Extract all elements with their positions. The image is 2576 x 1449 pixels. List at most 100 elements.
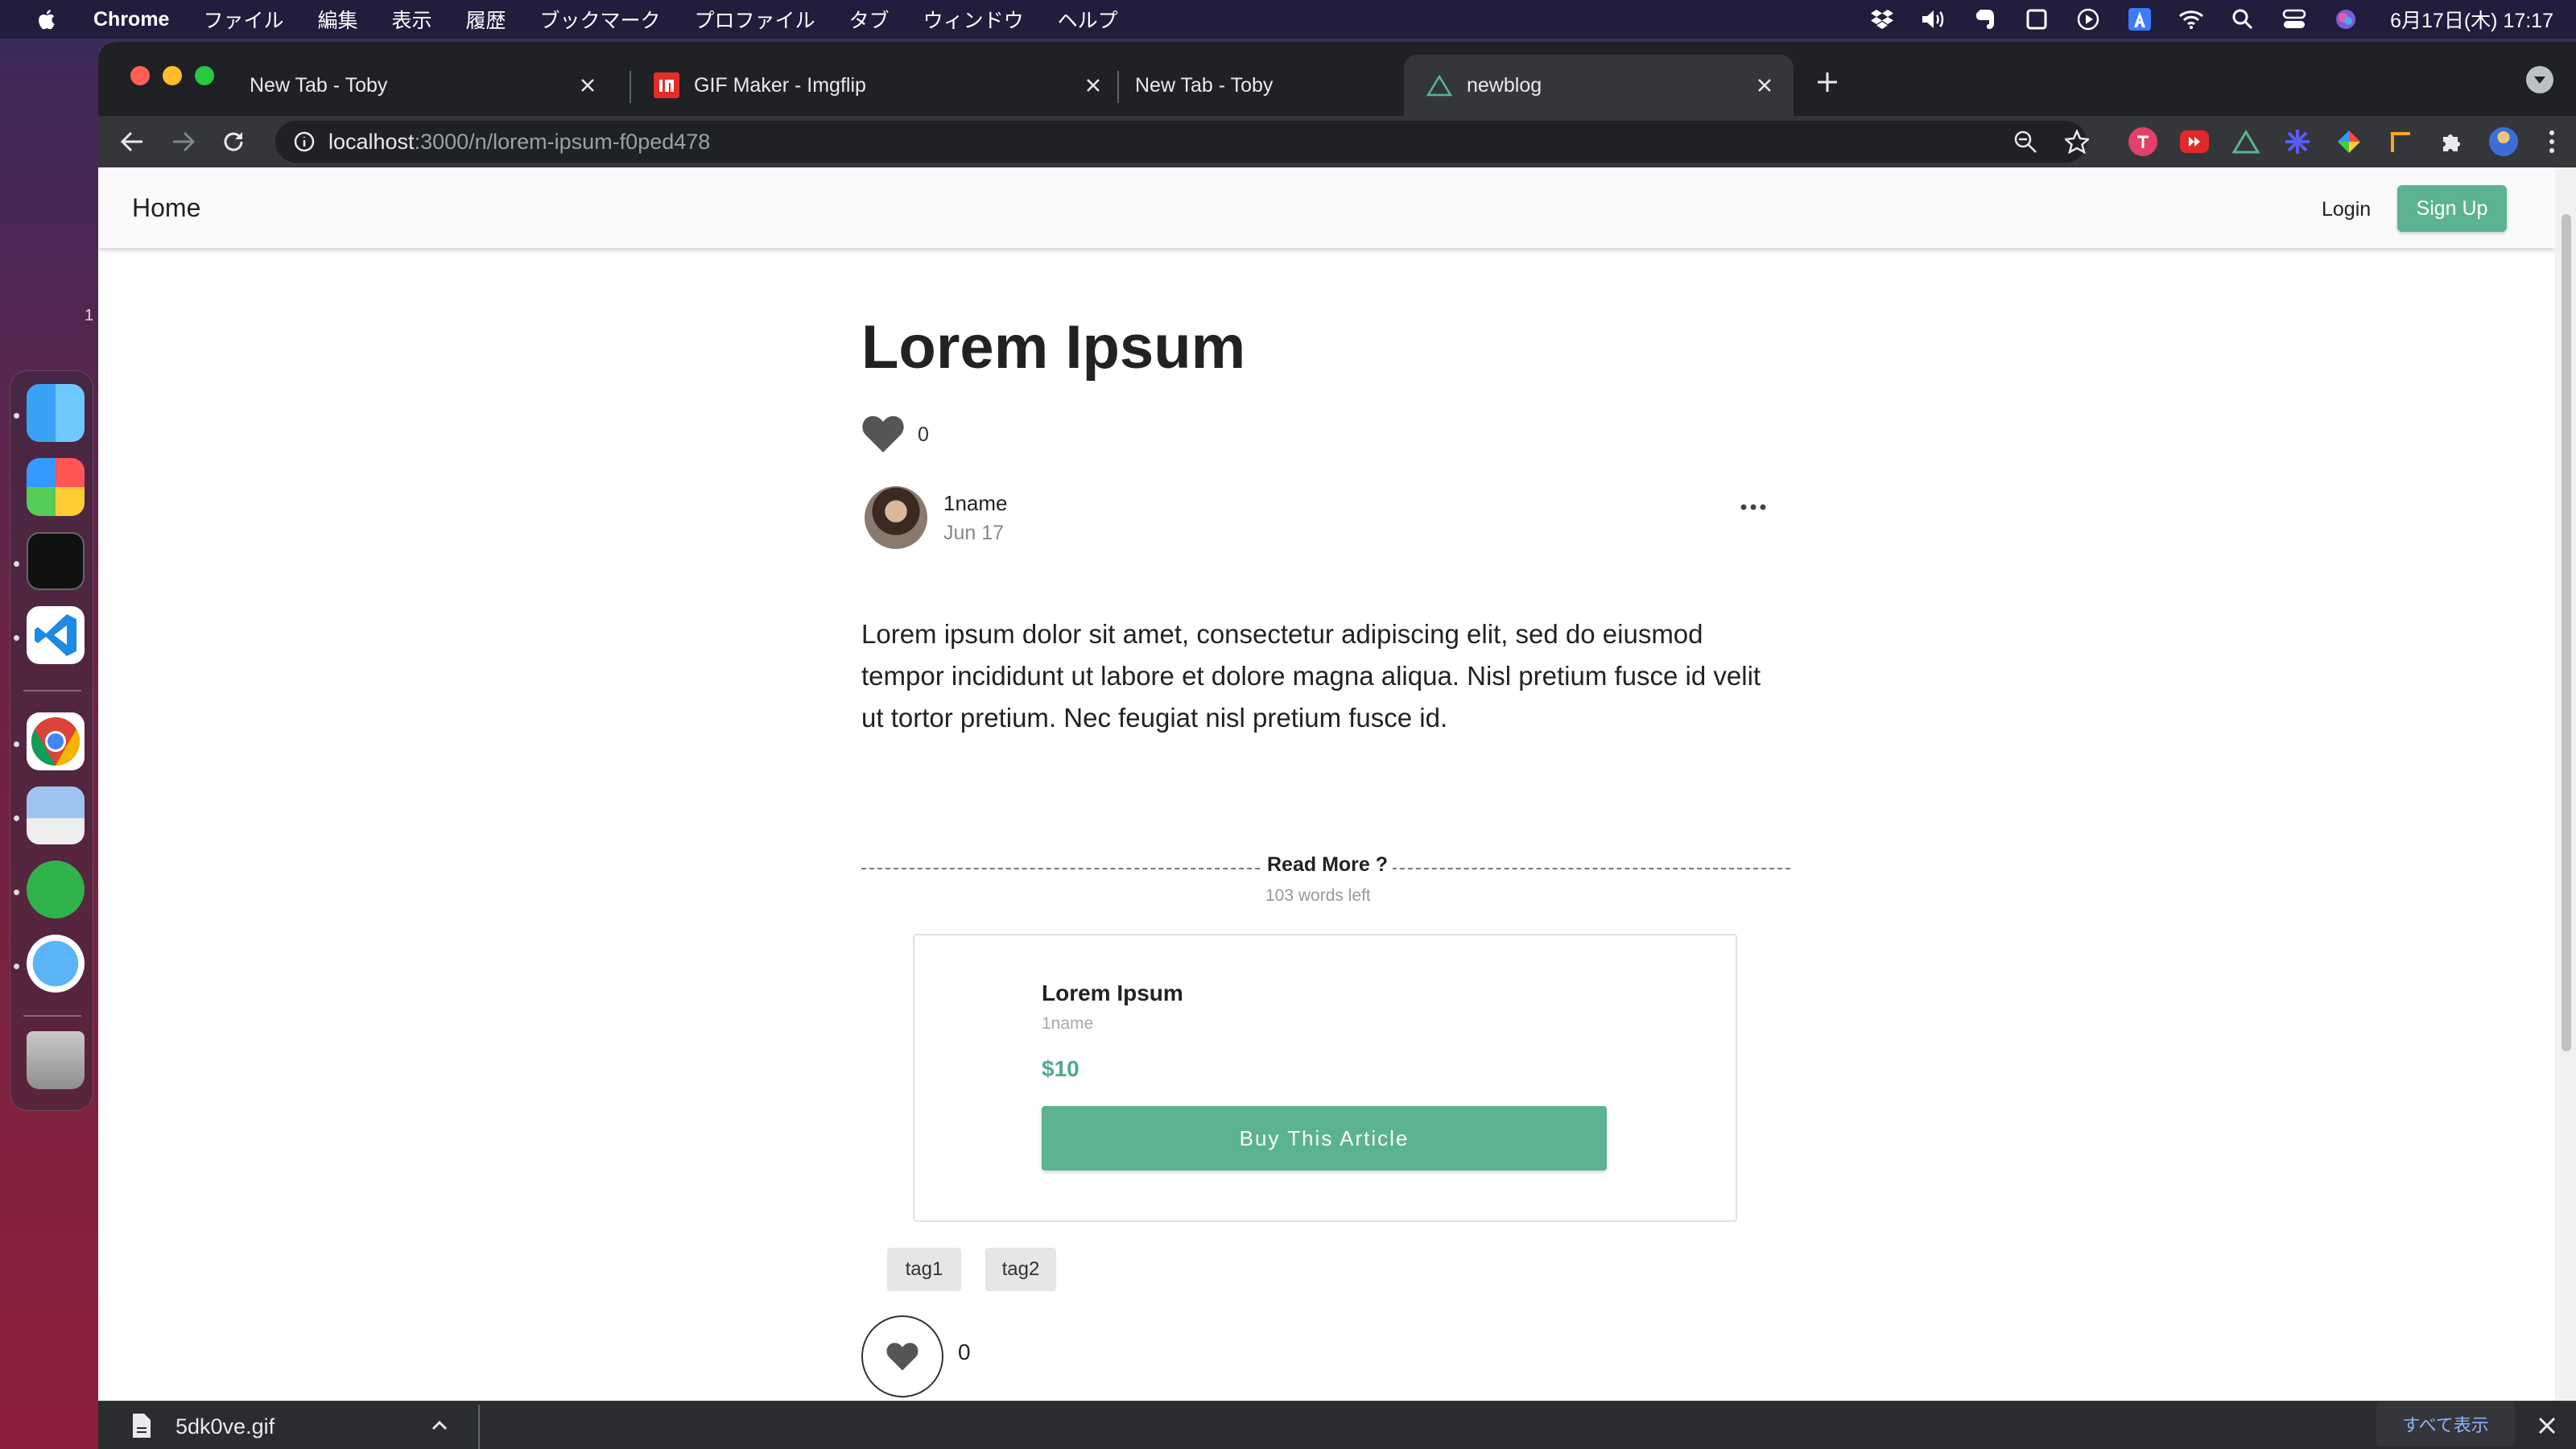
article-title: Lorem Ipsum: [861, 313, 1246, 382]
scrollbar-thumb[interactable]: [2562, 214, 2571, 1051]
paywall-card: Lorem Ipsum 1name $10 Buy This Article: [913, 934, 1737, 1222]
download-item[interactable]: 5dk0ve.gif: [98, 1402, 481, 1449]
paywall-author: 1name: [1042, 1014, 1094, 1033]
terminal-icon[interactable]: [27, 532, 85, 590]
launchpad-icon[interactable]: [27, 458, 85, 516]
site-info-icon[interactable]: [293, 130, 316, 153]
dock-running-indicator: [14, 741, 19, 747]
reload-button[interactable]: [217, 126, 250, 158]
close-icon[interactable]: [2536, 1414, 2558, 1437]
menu-help[interactable]: ヘルプ: [1058, 5, 1118, 34]
profile-avatar-icon[interactable]: [2489, 127, 2518, 156]
imgflip-icon: [654, 72, 679, 98]
finder-icon[interactable]: [27, 384, 85, 442]
close-window-button[interactable]: [130, 66, 150, 85]
url-host: localhost: [328, 129, 415, 154]
input-method-icon[interactable]: [2126, 6, 2153, 33]
tab-title: GIF Maker - Imgflip: [694, 73, 866, 97]
address-bar[interactable]: localhost:3000/n/lorem-ipsum-f0ped478: [275, 121, 2090, 163]
author-avatar[interactable]: [865, 486, 927, 549]
tab-title: newblog: [1467, 73, 1542, 97]
paywall-title: Lorem Ipsum: [1042, 980, 1183, 1005]
menu-tab[interactable]: タブ: [849, 5, 890, 34]
color-picker-extension-icon[interactable]: [2334, 127, 2363, 156]
like-count-bottom: 0: [958, 1340, 971, 1364]
menubar-clock[interactable]: 6月17日(木) 17:17: [2390, 5, 2553, 34]
menu-edit[interactable]: 編集: [317, 5, 357, 34]
like-button[interactable]: [861, 1315, 943, 1397]
trash-icon[interactable]: [27, 1031, 85, 1089]
tab-title: New Tab - Toby: [250, 73, 388, 97]
apple-icon[interactable]: [35, 7, 60, 31]
chevron-up-icon[interactable]: [428, 1414, 451, 1437]
zoom-icon[interactable]: [2013, 129, 2038, 155]
tab-search-button[interactable]: [2526, 66, 2553, 93]
tab-toby-1[interactable]: New Tab - Toby: [227, 55, 617, 116]
video-extension-icon[interactable]: [2180, 130, 2209, 153]
preview-icon[interactable]: [27, 786, 85, 844]
words-left-label: 103 words left: [1265, 886, 1371, 905]
tab-imgflip[interactable]: GIF Maker - Imgflip: [631, 55, 1122, 116]
dock-running-indicator: [14, 561, 19, 567]
login-link[interactable]: Login: [2322, 198, 2371, 221]
wifi-icon[interactable]: [2178, 6, 2205, 33]
show-all-downloads-button[interactable]: すべて表示: [2376, 1402, 2515, 1447]
control-center-icon[interactable]: [2281, 6, 2308, 33]
more-options-icon[interactable]: [1737, 499, 1769, 515]
back-button[interactable]: [116, 126, 148, 158]
chrome-icon[interactable]: [27, 712, 85, 770]
heart-icon[interactable]: [861, 414, 905, 454]
menu-view[interactable]: 表示: [392, 5, 432, 34]
safari-icon[interactable]: [27, 935, 85, 993]
evernote-icon[interactable]: [1971, 6, 1999, 33]
menu-app-name[interactable]: Chrome: [93, 8, 169, 31]
bookmark-star-icon[interactable]: [2064, 129, 2090, 155]
toby-extension-icon[interactable]: [2128, 127, 2157, 156]
dock-separator: [23, 1015, 81, 1017]
buy-article-button[interactable]: Buy This Article: [1042, 1106, 1607, 1170]
extensions-puzzle-icon[interactable]: [2438, 127, 2467, 156]
tag-chip[interactable]: tag1: [887, 1248, 961, 1291]
close-icon[interactable]: [1082, 74, 1104, 97]
close-icon[interactable]: [576, 74, 599, 97]
play-circle-icon[interactable]: [2074, 6, 2102, 33]
menu-window[interactable]: ウィンドウ: [923, 5, 1024, 34]
tag-chip[interactable]: tag2: [985, 1248, 1056, 1291]
dock-separator: [23, 690, 81, 691]
new-tab-button[interactable]: [1811, 66, 1843, 98]
ruler-extension-icon[interactable]: [2386, 127, 2415, 156]
url-path: :3000/n/lorem-ipsum-f0ped478: [414, 129, 711, 154]
vue-devtools-icon[interactable]: [2231, 127, 2260, 156]
home-link[interactable]: Home: [132, 193, 200, 223]
evernote-app-icon[interactable]: [27, 861, 85, 919]
close-icon[interactable]: [1753, 74, 1776, 97]
site-navbar: Home Login Sign Up: [98, 167, 2555, 248]
window-square-icon[interactable]: [2023, 6, 2050, 33]
author-name[interactable]: 1name: [943, 491, 1008, 516]
spotlight-search-icon[interactable]: [2229, 6, 2256, 33]
menu-file[interactable]: ファイル: [203, 5, 283, 34]
tab-newblog[interactable]: newblog: [1404, 55, 1794, 116]
chrome-menu-icon[interactable]: [2537, 127, 2566, 156]
dock-badge: 1: [85, 307, 94, 324]
post-date: Jun 17: [943, 522, 1005, 544]
paywall-price: $10: [1042, 1056, 1080, 1081]
asterisk-extension-icon[interactable]: [2283, 127, 2312, 156]
signup-button[interactable]: Sign Up: [2397, 185, 2507, 232]
volume-icon[interactable]: [1920, 6, 1947, 33]
vscode-icon[interactable]: [27, 606, 85, 664]
dropbox-icon[interactable]: [1868, 6, 1896, 33]
dock: 1: [10, 307, 93, 1111]
minimize-window-button[interactable]: [163, 66, 182, 85]
zoom-window-button[interactable]: [195, 66, 214, 85]
page-viewport: Home Login Sign Up Lorem Ipsum 0 1name J…: [98, 167, 2555, 1401]
siri-icon[interactable]: [2332, 6, 2359, 33]
forward-button[interactable]: [167, 126, 200, 158]
download-file-name: 5dk0ve.gif: [175, 1414, 275, 1439]
dock-running-indicator: [14, 635, 19, 641]
menu-bookmarks[interactable]: ブックマーク: [540, 5, 661, 34]
menu-profiles[interactable]: プロファイル: [695, 5, 815, 34]
browser-toolbar: localhost:3000/n/lorem-ipsum-f0ped478: [98, 116, 2576, 167]
like-count: 0: [918, 423, 929, 446]
menu-history[interactable]: 履歴: [466, 5, 506, 34]
